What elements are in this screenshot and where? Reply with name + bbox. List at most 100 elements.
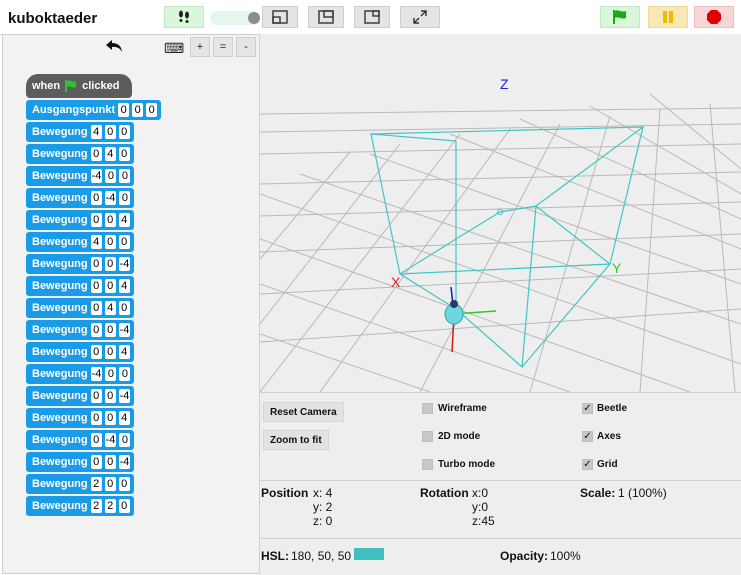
block-arg-input[interactable]: 4 — [90, 235, 102, 249]
block-arg-input[interactable]: -4 — [118, 323, 131, 337]
block-arg-input[interactable]: 0 — [90, 389, 102, 403]
block-arg-input[interactable]: 0 — [90, 301, 102, 315]
block-arg-input[interactable]: 0 — [90, 147, 102, 161]
block-arg-input[interactable]: 0 — [104, 345, 116, 359]
when-flag-clicked-hat[interactable]: when clicked — [26, 74, 132, 98]
command-block[interactable]: Bewegung 0 -4 0 — [26, 430, 135, 450]
block-arg-input[interactable]: 0 — [104, 257, 116, 271]
block-arg-input[interactable]: 0 — [90, 279, 102, 293]
block-arg-input[interactable]: 4 — [118, 213, 130, 227]
block-arg-input[interactable]: 0 — [118, 147, 130, 161]
block-arg-input[interactable]: 0 — [90, 455, 102, 469]
fullscreen-icon[interactable] — [400, 6, 440, 28]
layout-small-icon[interactable] — [354, 6, 390, 28]
command-block[interactable]: Bewegung 0 0 4 — [26, 408, 134, 428]
pause-icon[interactable] — [648, 6, 688, 28]
block-arg-input[interactable]: 4 — [118, 279, 130, 293]
block-arg-input[interactable]: 4 — [118, 345, 130, 359]
command-block[interactable]: Bewegung 0 0 -4 — [26, 320, 135, 340]
block-arg-input[interactable]: 0 — [90, 433, 102, 447]
command-block[interactable]: Bewegung 0 4 0 — [26, 298, 134, 318]
zoom-reset-button[interactable]: = — [213, 37, 233, 57]
block-arg-input[interactable]: 0 — [118, 235, 130, 249]
block-arg-input[interactable]: 0 — [104, 477, 116, 491]
undo-icon[interactable] — [104, 38, 124, 59]
2d-mode-checkbox[interactable] — [422, 431, 433, 442]
block-arg-input[interactable]: 4 — [118, 411, 130, 425]
block-arg-input[interactable]: -4 — [118, 257, 131, 271]
block-arg-input[interactable]: 0 — [118, 477, 130, 491]
green-flag-icon[interactable] — [600, 6, 640, 28]
block-arg-input[interactable]: -4 — [118, 389, 131, 403]
reset-camera-button[interactable]: Reset Camera — [263, 402, 344, 422]
block-arg-input[interactable]: 0 — [104, 125, 116, 139]
block-arg-input[interactable]: -4 — [118, 455, 131, 469]
command-block[interactable]: Bewegung 0 0 4 — [26, 276, 134, 296]
hsl-color-swatch[interactable] — [354, 548, 384, 560]
block-arg-input[interactable]: 0 — [90, 345, 102, 359]
block-arg-input[interactable]: 0 — [90, 411, 102, 425]
command-block[interactable]: Bewegung -4 0 0 — [26, 166, 135, 186]
block-arg-input[interactable]: 0 — [90, 323, 102, 337]
block-arg-input[interactable]: -4 — [104, 433, 117, 447]
zoom-to-fit-button[interactable]: Zoom to fit — [263, 430, 329, 450]
block-arg-input[interactable]: 0 — [104, 213, 116, 227]
grid-checkbox[interactable]: ✓ — [582, 459, 593, 470]
block-arg-input[interactable]: -4 — [90, 367, 103, 381]
block-arg-input[interactable]: 0 — [118, 125, 130, 139]
block-arg-input[interactable]: 2 — [90, 499, 102, 513]
block-arg-input[interactable]: 0 — [104, 323, 116, 337]
block-arg-input[interactable]: 0 — [119, 169, 131, 183]
stop-icon[interactable] — [694, 6, 734, 28]
block-arg-input[interactable]: 0 — [119, 191, 131, 205]
command-block[interactable]: Bewegung 4 0 0 — [26, 232, 134, 252]
wireframe-checkbox[interactable] — [422, 403, 433, 414]
axes-checkbox[interactable]: ✓ — [582, 431, 593, 442]
keyboard-icon[interactable]: ⌨ — [164, 40, 184, 57]
layout-normal-icon[interactable] — [262, 6, 298, 28]
command-block[interactable]: Bewegung 0 0 -4 — [26, 452, 135, 472]
command-block[interactable]: Bewegung -4 0 0 — [26, 364, 135, 384]
command-block[interactable]: Bewegung 0 0 4 — [26, 210, 134, 230]
command-block[interactable]: Bewegung 0 0 -4 — [26, 386, 135, 406]
slider-toggle[interactable] — [210, 11, 260, 25]
block-arg-input[interactable]: 2 — [104, 499, 116, 513]
block-arg-input[interactable]: 4 — [104, 301, 116, 315]
block-arg-input[interactable]: 0 — [104, 455, 116, 469]
block-arg-input[interactable]: -4 — [104, 191, 117, 205]
zoom-in-button[interactable]: + — [190, 37, 210, 57]
command-block[interactable]: Bewegung 4 0 0 — [26, 122, 134, 142]
slider-knob[interactable] — [248, 12, 260, 24]
command-block[interactable]: Bewegung 0 0 -4 — [26, 254, 135, 274]
block-arg-input[interactable]: 0 — [119, 367, 131, 381]
footprints-icon[interactable] — [164, 6, 204, 28]
block-arg-input[interactable]: 0 — [132, 103, 144, 117]
command-block[interactable]: Ausgangspunkt 0 0 0 — [26, 100, 162, 120]
block-arg-input[interactable]: -4 — [90, 169, 103, 183]
block-arg-input[interactable]: 0 — [118, 499, 130, 513]
block-arg-input[interactable]: 0 — [90, 257, 102, 271]
block-arg-input[interactable]: 2 — [90, 477, 102, 491]
block-arg-input[interactable]: 0 — [90, 213, 102, 227]
3d-viewport[interactable]: Z X Y — [259, 34, 741, 393]
block-arg-input[interactable]: 0 — [105, 169, 117, 183]
block-arg-input[interactable]: 4 — [104, 147, 116, 161]
block-arg-input[interactable]: 0 — [146, 103, 158, 117]
block-arg-input[interactable]: 4 — [90, 125, 102, 139]
command-block[interactable]: Bewegung 0 -4 0 — [26, 188, 135, 208]
layout-stage-icon[interactable] — [308, 6, 344, 28]
block-arg-input[interactable]: 0 — [104, 235, 116, 249]
block-arg-input[interactable]: 0 — [118, 301, 130, 315]
block-arg-input[interactable]: 0 — [104, 411, 116, 425]
beetle-checkbox[interactable]: ✓ — [582, 403, 593, 414]
turbo-mode-checkbox[interactable] — [422, 459, 433, 470]
block-arg-input[interactable]: 0 — [104, 389, 116, 403]
command-block[interactable]: Bewegung 2 2 0 — [26, 496, 134, 516]
block-arg-input[interactable]: 0 — [104, 279, 116, 293]
command-block[interactable]: Bewegung 0 0 4 — [26, 342, 134, 362]
block-arg-input[interactable]: 0 — [90, 191, 102, 205]
command-block[interactable]: Bewegung 2 0 0 — [26, 474, 134, 494]
zoom-out-button[interactable]: - — [236, 37, 256, 57]
block-arg-input[interactable]: 0 — [119, 433, 131, 447]
command-block[interactable]: Bewegung 0 4 0 — [26, 144, 134, 164]
